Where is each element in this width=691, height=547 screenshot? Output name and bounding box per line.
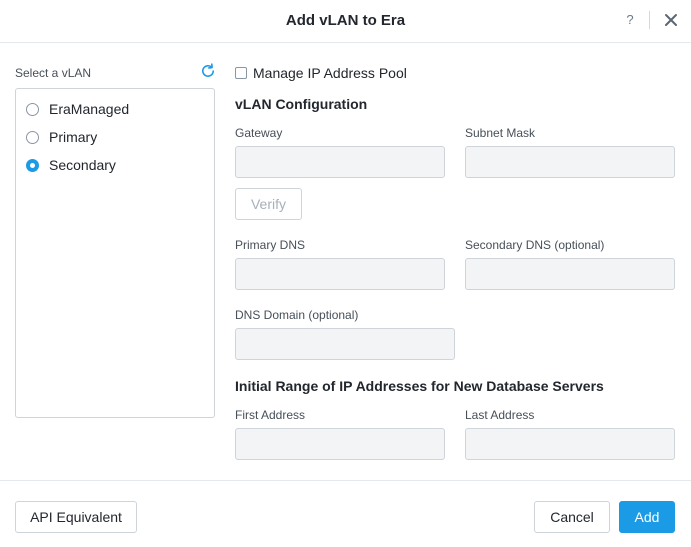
add-vlan-dialog: Add vLAN to Era ? Select a vLAN EraManag… bbox=[0, 0, 691, 547]
radio-secondary[interactable] bbox=[26, 158, 39, 172]
gateway-label: Gateway bbox=[235, 126, 283, 140]
dialog-title: Add vLAN to Era bbox=[285, 12, 406, 29]
select-vlan-label: Select a vLAN bbox=[15, 66, 92, 80]
dialog-footer: API Equivalent Cancel Add bbox=[0, 480, 691, 547]
manage-ip-pool-checkbox[interactable] bbox=[235, 67, 247, 79]
close-icon[interactable] bbox=[662, 11, 680, 29]
vlan-option-secondary[interactable]: Secondary bbox=[26, 155, 116, 175]
vlan-option-label: Primary bbox=[49, 129, 98, 145]
vlan-config-title: vLAN Configuration bbox=[235, 96, 368, 112]
gateway-input[interactable] bbox=[235, 146, 445, 178]
header-divider bbox=[649, 11, 650, 29]
vlan-list: EraManaged Primary Secondary bbox=[15, 88, 215, 418]
api-equivalent-button[interactable]: API Equivalent bbox=[15, 501, 137, 533]
last-address-label: Last Address bbox=[465, 408, 535, 422]
last-address-input[interactable] bbox=[465, 428, 675, 460]
subnet-mask-label: Subnet Mask bbox=[465, 126, 536, 140]
secondary-dns-label: Secondary DNS (optional) bbox=[465, 238, 605, 252]
add-button[interactable]: Add bbox=[619, 501, 675, 533]
dns-domain-input[interactable] bbox=[235, 328, 455, 360]
help-icon[interactable]: ? bbox=[622, 11, 638, 29]
vlan-option-primary[interactable]: Primary bbox=[26, 127, 97, 147]
vlan-option-label: EraManaged bbox=[49, 101, 130, 117]
primary-dns-input[interactable] bbox=[235, 258, 445, 290]
radio-primary[interactable] bbox=[26, 130, 39, 144]
secondary-dns-input[interactable] bbox=[465, 258, 675, 290]
first-address-input[interactable] bbox=[235, 428, 445, 460]
dialog-header: Add vLAN to Era ? bbox=[0, 0, 691, 43]
verify-button[interactable]: Verify bbox=[235, 188, 302, 220]
manage-ip-pool-option[interactable]: Manage IP Address Pool bbox=[235, 64, 407, 82]
vlan-option-eramanaged[interactable]: EraManaged bbox=[26, 99, 129, 119]
manage-ip-pool-label: Manage IP Address Pool bbox=[253, 65, 407, 81]
radio-eramanaged[interactable] bbox=[26, 102, 39, 116]
ip-range-title: Initial Range of IP Addresses for New Da… bbox=[235, 378, 604, 394]
refresh-icon[interactable] bbox=[200, 63, 216, 79]
subnet-mask-input[interactable] bbox=[465, 146, 675, 178]
dns-domain-label: DNS Domain (optional) bbox=[235, 308, 359, 322]
vlan-option-label: Secondary bbox=[49, 157, 116, 173]
first-address-label: First Address bbox=[235, 408, 306, 422]
cancel-button[interactable]: Cancel bbox=[534, 501, 610, 533]
primary-dns-label: Primary DNS bbox=[235, 238, 306, 252]
